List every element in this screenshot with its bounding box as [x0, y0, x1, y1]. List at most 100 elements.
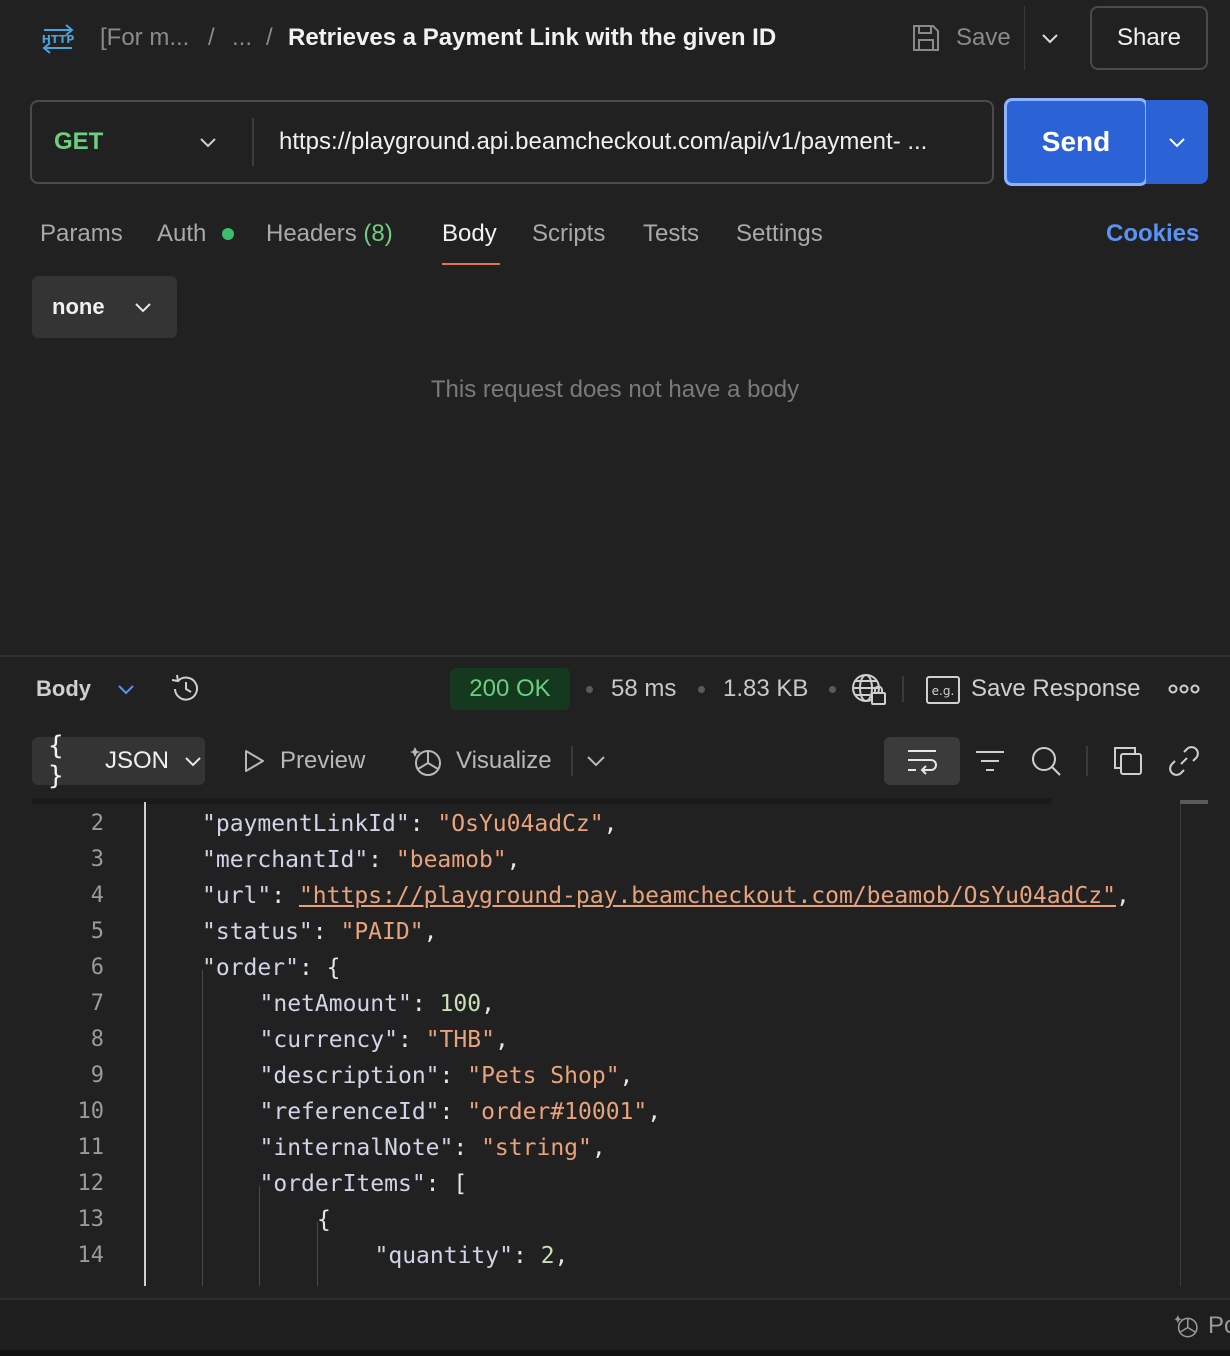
json-value: "order#10001" — [467, 1099, 648, 1125]
save-label: Save — [956, 24, 1011, 51]
json-value: [ — [453, 1171, 468, 1197]
clipped-line: ― ― — [72, 1274, 112, 1286]
preview-button[interactable]: Preview — [240, 743, 365, 779]
braces-icon: { } — [48, 731, 66, 791]
tab-params[interactable]: Params — [40, 216, 123, 252]
json-value: { — [326, 955, 341, 981]
play-icon — [240, 747, 268, 775]
tab-headers[interactable]: Headers (8) — [266, 216, 393, 252]
json-punctuation: , — [619, 1063, 634, 1089]
line-number: 6 — [90, 955, 104, 980]
divider — [1086, 746, 1088, 776]
postbot-button[interactable]: Po — [1174, 1309, 1230, 1343]
visualize-label: Visualize — [456, 747, 552, 774]
link-icon[interactable] — [1166, 743, 1202, 779]
send-button[interactable]: Send — [1004, 98, 1148, 186]
network-globe-icon[interactable] — [850, 671, 888, 707]
search-icon[interactable] — [1028, 743, 1064, 779]
separator-dot — [698, 686, 705, 693]
code-line: 8 "currency": "THB", — [32, 1022, 1182, 1058]
code-line: 5 "status": "PAID", — [32, 914, 1182, 950]
filter-icon[interactable] — [972, 743, 1008, 779]
share-button[interactable]: Share — [1090, 6, 1208, 70]
response-code-editor[interactable]: 2 "paymentLinkId": "OsYu04adCz", 3 "merchan… — [32, 802, 1182, 1286]
json-value: "beamob" — [395, 847, 507, 873]
response-section-chevron-down-icon[interactable] — [112, 674, 140, 704]
line-number: 3 — [90, 847, 104, 872]
json-url-link[interactable]: "https://playground-pay.beamcheckout.com… — [299, 883, 1116, 909]
code-content: "netAmount": 100, — [259, 991, 495, 1017]
json-key: "orderItems" — [259, 1171, 426, 1197]
copy-icon[interactable] — [1110, 743, 1146, 779]
tab-scripts[interactable]: Scripts — [532, 216, 605, 252]
json-key: "netAmount" — [259, 991, 412, 1017]
json-key: "internalNote" — [259, 1135, 454, 1161]
response-section-label[interactable]: Body — [36, 671, 91, 707]
http-icon: HTTP — [38, 22, 78, 54]
cookies-link[interactable]: Cookies — [1106, 216, 1199, 252]
tab-tests[interactable]: Tests — [643, 216, 699, 252]
response-time[interactable]: 58 ms — [611, 671, 676, 707]
save-options-chevron-down-icon[interactable] — [1034, 22, 1066, 54]
status-badge[interactable]: 200 OK — [450, 668, 570, 710]
code-line: 6 "order": { — [32, 950, 1182, 986]
scrollbar-track[interactable] — [1180, 802, 1181, 1286]
json-key: "status" — [202, 919, 313, 945]
breadcrumb-collection[interactable]: [For m... — [100, 22, 189, 54]
line-number: 10 — [77, 1099, 105, 1124]
tab-auth[interactable]: Auth — [157, 216, 206, 252]
postbot-icon — [1174, 1313, 1200, 1339]
empty-body-message: This request does not have a body — [430, 376, 800, 403]
scrollbar-thumb[interactable] — [1180, 800, 1208, 804]
pane-divider[interactable] — [0, 655, 1230, 657]
save-response-button[interactable]: Save Response — [971, 671, 1140, 707]
request-title[interactable]: Retrieves a Payment Link with the given … — [288, 22, 776, 54]
chevron-down-icon — [1163, 128, 1191, 156]
svg-text:HTTP: HTTP — [42, 33, 75, 46]
response-format-select[interactable]: { } JSON — [32, 731, 205, 791]
divider — [1024, 6, 1025, 70]
wrap-text-icon — [905, 746, 939, 776]
tab-body[interactable]: Body — [442, 216, 497, 252]
line-number: 8 — [90, 1027, 104, 1052]
url-input[interactable]: https://playground.api.beamcheckout.com/… — [279, 124, 979, 160]
more-options-icon[interactable] — [1168, 680, 1200, 698]
status-bar — [0, 1300, 1230, 1350]
save-button[interactable]: Save — [910, 18, 1011, 58]
response-size[interactable]: 1.83 KB — [723, 671, 808, 707]
indent-guide — [259, 1186, 260, 1286]
json-key: "merchantId" — [202, 847, 369, 873]
code-line: 9 "description": "Pets Shop", — [32, 1058, 1182, 1094]
headers-count: (8) — [363, 220, 393, 247]
visualize-button[interactable]: Visualize — [410, 743, 552, 779]
separator-dot — [829, 686, 836, 693]
json-punctuation: , — [603, 811, 618, 837]
code-line: 12 "orderItems": [ — [32, 1166, 1182, 1202]
history-icon[interactable] — [168, 671, 204, 707]
preview-label: Preview — [280, 747, 366, 774]
code-content: "paymentLinkId": "OsYu04adCz", — [202, 811, 618, 837]
code-content: { — [317, 1202, 331, 1238]
indent-guide — [202, 970, 203, 1286]
breadcrumb-separator: / — [208, 24, 215, 51]
save-icon — [910, 22, 942, 54]
method-select[interactable]: GET — [54, 124, 103, 160]
divider — [902, 676, 904, 702]
json-value: "PAID" — [340, 919, 424, 945]
example-icon[interactable]: e.g. — [926, 676, 960, 704]
method-chevron-down-icon[interactable] — [194, 126, 222, 158]
body-type-select[interactable]: none — [32, 276, 177, 338]
postbot-label: Po — [1208, 1312, 1230, 1339]
visualize-icon — [410, 744, 444, 778]
tab-settings[interactable]: Settings — [736, 216, 823, 252]
send-options-button[interactable] — [1146, 100, 1208, 184]
json-punctuation: , — [591, 1135, 606, 1161]
active-tab-indicator — [442, 263, 500, 265]
line-number: 2 — [90, 811, 104, 836]
breadcrumb-folder[interactable]: ... — [232, 22, 252, 54]
json-key: "referenceId" — [259, 1099, 440, 1125]
visualize-chevron-down-icon[interactable] — [580, 743, 616, 779]
tab-headers-label: Headers — [266, 220, 357, 247]
code-content: "quantity": 2, — [374, 1243, 569, 1269]
json-key: "order" — [202, 955, 299, 981]
